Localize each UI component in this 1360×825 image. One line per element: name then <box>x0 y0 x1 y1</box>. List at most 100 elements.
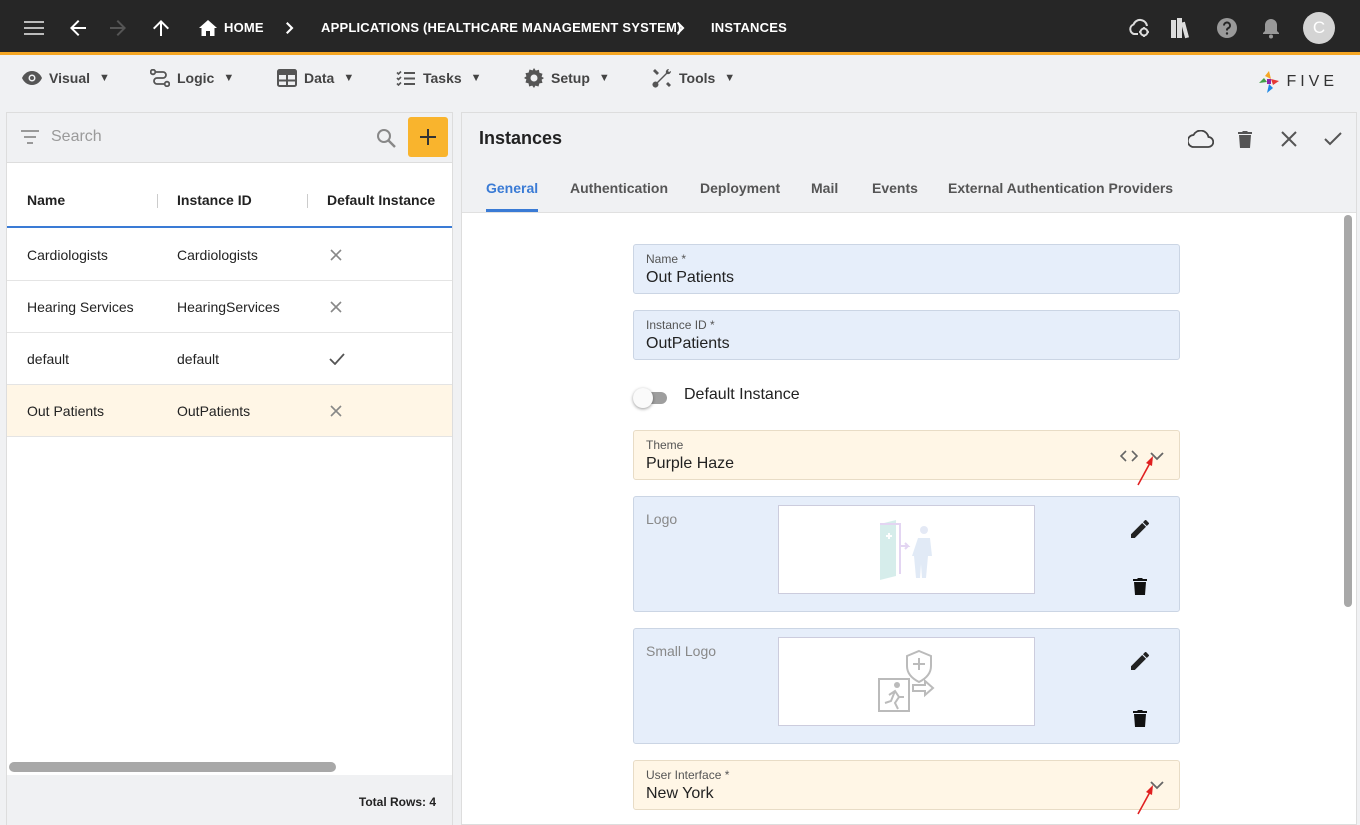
breadcrumb-home-label: HOME <box>224 20 264 35</box>
name-field-label: Name * <box>646 252 687 266</box>
delete-icon[interactable] <box>1128 706 1152 730</box>
close-x-icon <box>330 229 342 280</box>
table-row[interactable]: Cardiologists Cardiologists <box>7 229 452 281</box>
books-icon[interactable] <box>1169 0 1195 55</box>
small-logo-image-preview[interactable] <box>778 637 1035 726</box>
form-title: Instances <box>479 128 563 148</box>
hospital-exit-icon <box>879 519 932 580</box>
tab-events[interactable]: Events <box>872 163 918 212</box>
menu-tasks-label: Tasks <box>423 70 462 86</box>
menu-tools[interactable]: Tools ▼ <box>652 64 735 92</box>
instance-id-field[interactable]: Instance ID * OutPatients <box>633 310 1180 360</box>
column-divider <box>157 194 158 208</box>
active-tab-indicator <box>486 209 538 212</box>
table-row-selected[interactable]: Out Patients OutPatients <box>7 385 452 437</box>
edit-pencil-icon[interactable] <box>1128 517 1152 541</box>
cell-name: Out Patients <box>27 402 105 419</box>
column-header-instance-id[interactable]: Instance ID <box>177 174 252 226</box>
hamburger-menu-icon[interactable] <box>22 0 46 55</box>
cell-instance-id: HearingServices <box>177 298 280 315</box>
cell-name: Hearing Services <box>27 298 134 315</box>
five-logo-mark <box>1259 71 1280 93</box>
name-field-value: Out Patients <box>646 269 735 286</box>
cell-name: Cardiologists <box>27 246 108 263</box>
menu-logic-label: Logic <box>177 70 215 86</box>
search-icon[interactable] <box>376 128 396 148</box>
back-arrow-icon[interactable] <box>66 0 90 55</box>
filter-icon[interactable] <box>21 130 39 144</box>
delete-icon[interactable] <box>1128 574 1152 598</box>
user-interface-value: New York <box>646 785 714 802</box>
checkmark-icon <box>329 333 345 384</box>
user-interface-label: User Interface * <box>646 768 730 782</box>
cloud-icon[interactable] <box>1186 124 1216 154</box>
instance-form-panel: Instances General Authentication Deploym… <box>461 112 1357 825</box>
help-icon[interactable] <box>1215 0 1239 55</box>
menu-data-label: Data <box>304 70 335 86</box>
table-header: Name Instance ID Default Instance <box>7 174 452 228</box>
tab-authentication[interactable]: Authentication <box>570 163 668 212</box>
table-row[interactable]: default default <box>7 333 452 385</box>
close-icon[interactable] <box>1274 124 1304 154</box>
theme-select[interactable]: Theme Purple Haze <box>633 430 1180 480</box>
breadcrumb-home[interactable]: HOME <box>199 0 264 55</box>
up-arrow-icon[interactable] <box>149 0 173 55</box>
tab-mail[interactable]: Mail <box>811 163 838 212</box>
cell-instance-id: Cardiologists <box>177 246 258 263</box>
vertical-scrollbar[interactable] <box>1344 215 1352 607</box>
menu-data[interactable]: Data ▼ <box>277 64 354 92</box>
close-x-icon <box>330 281 342 332</box>
form-header: Instances <box>462 113 1356 163</box>
name-field[interactable]: Name * Out Patients <box>633 244 1180 294</box>
add-button[interactable] <box>408 117 448 157</box>
menu-visual-label: Visual <box>49 70 90 86</box>
annotation-arrow-icon <box>1137 456 1153 486</box>
annotation-arrow-icon <box>1137 785 1153 815</box>
breadcrumb-current: INSTANCES <box>711 20 787 35</box>
top-bar: HOME APPLICATIONS (HEALTHCARE MANAGEMENT… <box>0 0 1360 55</box>
chevron-right-icon <box>286 0 294 55</box>
cell-name: default <box>27 350 70 367</box>
total-rows: Total Rows: 4 <box>358 795 436 809</box>
default-instance-toggle[interactable] <box>633 387 669 408</box>
plus-icon <box>420 129 436 145</box>
tools-icon <box>652 68 672 88</box>
forward-arrow-icon[interactable] <box>106 0 130 55</box>
small-logo-field: Small Logo <box>633 628 1180 744</box>
table-row[interactable]: Hearing Services HearingServices <box>7 281 452 333</box>
tab-general[interactable]: General <box>486 163 538 212</box>
delete-icon[interactable] <box>1230 124 1260 154</box>
menu-visual[interactable]: Visual ▼ <box>22 64 110 92</box>
breadcrumb-applications[interactable]: APPLICATIONS (HEALTHCARE MANAGEMENT SYST… <box>321 0 682 55</box>
default-instance-label: Default Instance <box>684 386 800 403</box>
tasks-icon <box>396 70 415 86</box>
save-check-icon[interactable] <box>1318 124 1348 154</box>
theme-value: Purple Haze <box>646 455 735 472</box>
menu-tasks[interactable]: Tasks ▼ <box>396 64 482 92</box>
cloud-settings-icon[interactable] <box>1127 0 1153 55</box>
cell-instance-id: default <box>177 350 220 367</box>
tab-external-authentication-providers[interactable]: External Authentication Providers <box>948 163 1173 212</box>
eye-icon <box>22 71 42 85</box>
column-header-name[interactable]: Name <box>27 174 65 226</box>
instance-id-field-value: OutPatients <box>646 335 730 352</box>
cell-instance-id: OutPatients <box>177 402 251 419</box>
menu-setup[interactable]: Setup ▼ <box>524 64 610 92</box>
horizontal-scrollbar[interactable] <box>9 762 336 772</box>
chevron-right-icon <box>677 0 685 55</box>
logo-field: Logo <box>633 496 1180 612</box>
avatar[interactable]: C <box>1303 12 1335 44</box>
column-header-default-instance[interactable]: Default Instance <box>327 174 435 226</box>
menu-logic[interactable]: Logic ▼ <box>150 64 234 92</box>
user-interface-select[interactable]: User Interface * New York <box>633 760 1180 810</box>
edit-pencil-icon[interactable] <box>1128 649 1152 673</box>
logo-image-preview[interactable] <box>778 505 1035 594</box>
menu-setup-label: Setup <box>551 70 590 86</box>
search-input[interactable]: Search <box>51 128 102 146</box>
logic-icon <box>150 69 170 87</box>
table-icon <box>277 69 297 87</box>
tab-deployment[interactable]: Deployment <box>700 163 780 212</box>
notification-bell-icon[interactable] <box>1259 0 1283 55</box>
search-bar: Search <box>7 113 452 163</box>
instances-list-panel: Search Name Instance ID Default Instance… <box>6 112 453 825</box>
